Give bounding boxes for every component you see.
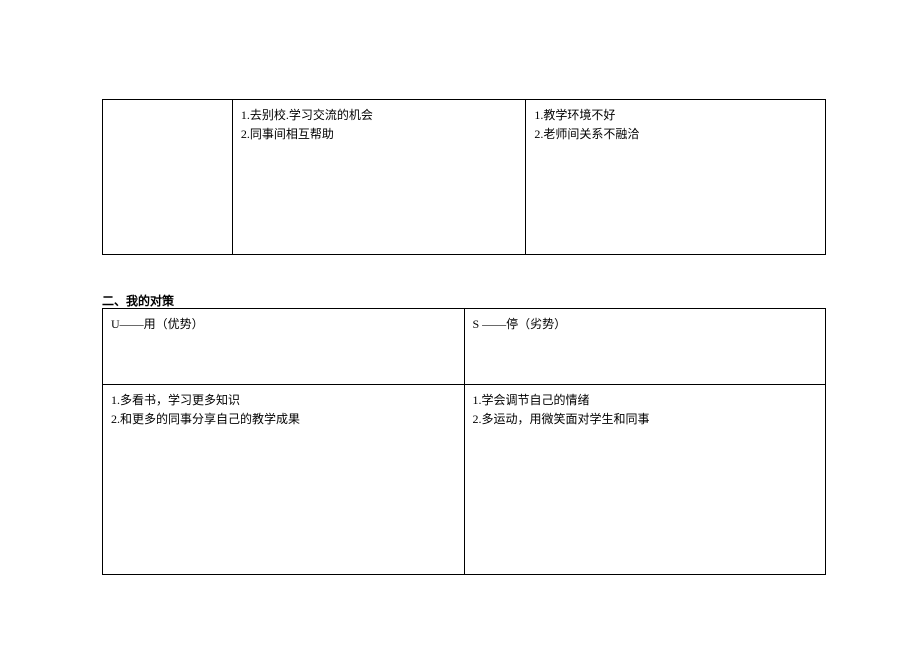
- section-heading: 二、我的对策: [102, 292, 174, 309]
- header-text: U——用（优势）: [111, 317, 204, 331]
- table-cell-opportunities: 1.去别校.学习交流的机会 2.同事间相互帮助: [232, 100, 526, 255]
- table-cell-use-content: 1.多看书，学习更多知识 2.和更多的同事分享自己的教学成果: [103, 385, 465, 575]
- cell-line: 2.多运动，用微笑面对学生和同事: [473, 410, 818, 429]
- table-row: U——用（优势） S ——停（劣势）: [103, 309, 826, 385]
- table-cell-empty: [103, 100, 233, 255]
- document-page: 1.去别校.学习交流的机会 2.同事间相互帮助 1.教学环境不好 2.老师间关系…: [0, 0, 920, 651]
- cell-line: 2.老师间关系不融洽: [534, 125, 817, 144]
- cell-line: 1.去别校.学习交流的机会: [241, 106, 518, 125]
- table-row: 1.去别校.学习交流的机会 2.同事间相互帮助 1.教学环境不好 2.老师间关系…: [103, 100, 826, 255]
- strategy-table: U——用（优势） S ——停（劣势） 1.多看书，学习更多知识 2.和更多的同事…: [102, 308, 826, 575]
- table-cell-threats: 1.教学环境不好 2.老师间关系不融洽: [526, 100, 826, 255]
- cell-line: 1.多看书，学习更多知识: [111, 391, 456, 410]
- table-row: 1.多看书，学习更多知识 2.和更多的同事分享自己的教学成果 1.学会调节自己的…: [103, 385, 826, 575]
- cell-line: 2.和更多的同事分享自己的教学成果: [111, 410, 456, 429]
- analysis-table-partial: 1.去别校.学习交流的机会 2.同事间相互帮助 1.教学环境不好 2.老师间关系…: [102, 99, 826, 255]
- cell-line: 1.教学环境不好: [534, 106, 817, 125]
- table-cell-stop-content: 1.学会调节自己的情绪 2.多运动，用微笑面对学生和同事: [464, 385, 826, 575]
- cell-line: 2.同事间相互帮助: [241, 125, 518, 144]
- header-text: S ——停（劣势）: [473, 317, 567, 331]
- table-header-stop-weakness: S ——停（劣势）: [464, 309, 826, 385]
- cell-line: 1.学会调节自己的情绪: [473, 391, 818, 410]
- table-header-use-strength: U——用（优势）: [103, 309, 465, 385]
